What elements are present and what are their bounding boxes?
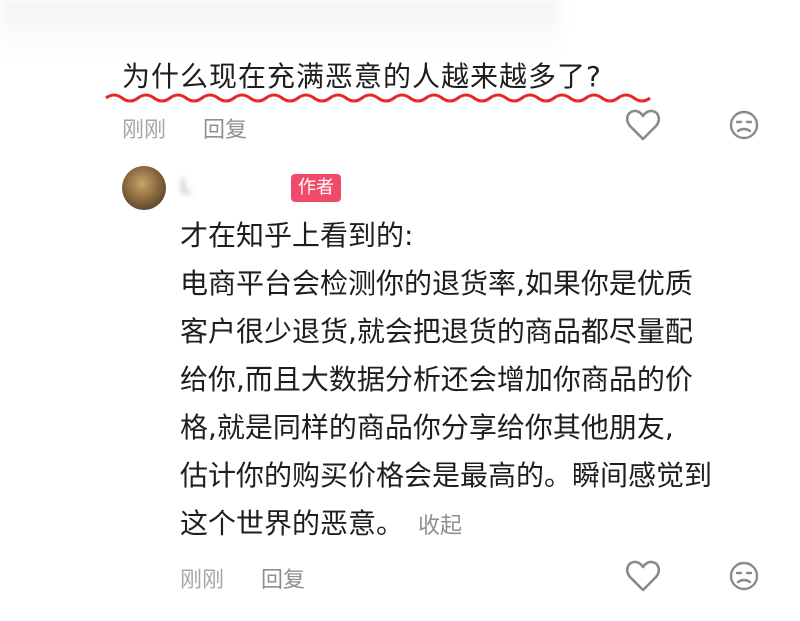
comment-line: 这个世界的恶意。 — [180, 507, 405, 540]
heart-icon[interactable] — [625, 559, 661, 593]
blurred-header-area — [0, 0, 560, 60]
comment-line: 才在知乎上看到的: — [180, 219, 414, 252]
comment-reply-button[interactable]: 回复 — [261, 568, 305, 593]
question-time: 刚刚 — [122, 118, 167, 143]
comment-line: 格,就是同样的商品你分享给你其他朋友, — [180, 411, 674, 444]
comment-line: 电商平台会检测你的退货率,如果你是优质 — [180, 267, 693, 300]
question-reply-button[interactable]: 回复 — [203, 118, 247, 143]
comment-time: 刚刚 — [180, 568, 225, 593]
author-badge: 作者 — [291, 174, 341, 202]
question-meta: 刚刚 回复 — [122, 112, 247, 144]
username-blurred[interactable]: L — [180, 174, 255, 198]
comment-line: 估计你的购买价格会是最高的。瞬间感觉到 — [180, 459, 713, 492]
heart-icon[interactable] — [625, 108, 661, 142]
comment-meta: 刚刚 回复 — [180, 562, 305, 594]
collapse-button[interactable]: 收起 — [418, 514, 462, 539]
comment-body: 才在知乎上看到的: 电商平台会检测你的退货率,如果你是优质 客户很少退货,就会把… — [180, 212, 760, 551]
dislike-face-icon[interactable] — [728, 109, 760, 141]
comment-line: 客户很少退货,就会把退货的商品都尽量配 — [180, 315, 693, 348]
red-wavy-underline — [105, 93, 651, 103]
avatar[interactable] — [122, 166, 166, 210]
comment-line: 给你,而且大数据分析还会增加你商品的价 — [180, 363, 693, 396]
dislike-face-icon[interactable] — [728, 560, 760, 592]
